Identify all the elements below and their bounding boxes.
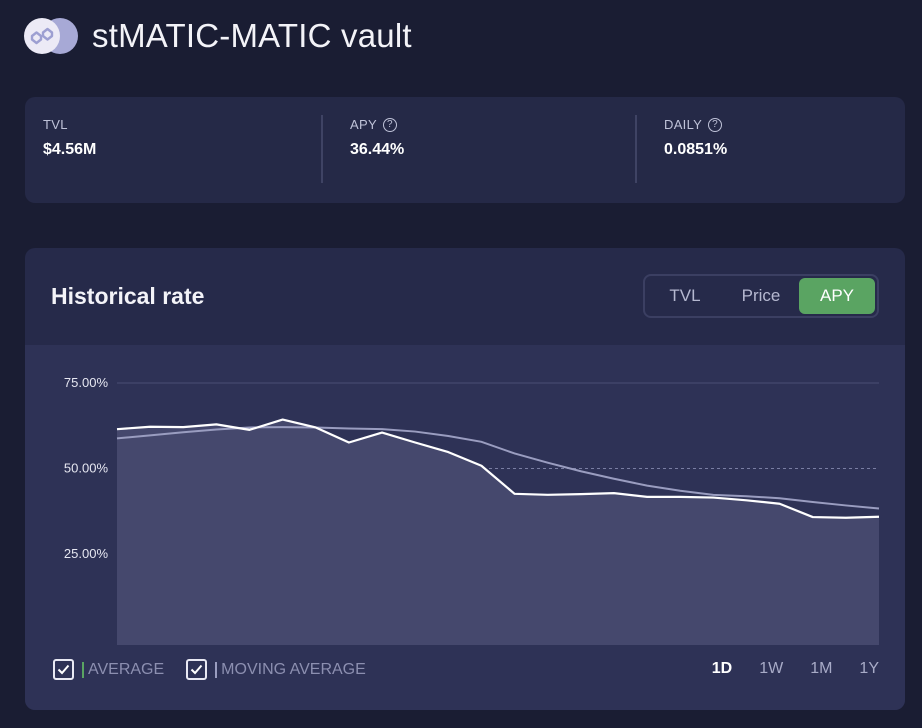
- chart-series: [116, 418, 880, 645]
- y-tick-label: 50.00%: [64, 461, 109, 476]
- stat-tvl-label-text: TVL: [43, 117, 68, 132]
- stat-tvl: TVL $4.56M: [43, 117, 96, 159]
- tab-apy[interactable]: APY: [799, 278, 875, 314]
- chart-area: 75.00% 50.00% 25.00%: [25, 345, 905, 710]
- stat-daily-value: 0.0851%: [664, 141, 728, 158]
- checkbox-moving-average[interactable]: [186, 659, 208, 680]
- historical-rate-title: Historical rate: [51, 283, 205, 309]
- chart-legend: AVERAGE MOVING AVERAGE: [53, 659, 388, 680]
- chart-y-ticks: 75.00% 50.00% 25.00%: [64, 375, 109, 561]
- tab-tvl[interactable]: TVL: [647, 278, 723, 314]
- check-icon: [190, 664, 203, 675]
- stat-daily-label: DAILY ?: [664, 117, 727, 132]
- range-1w[interactable]: 1W: [759, 660, 783, 678]
- tab-price[interactable]: Price: [723, 278, 799, 314]
- range-1m[interactable]: 1M: [810, 660, 832, 678]
- y-tick-label: 25.00%: [64, 546, 109, 561]
- stats-panel: TVL $4.56M APY ? 36.44% DAILY ? 0.0851%: [25, 97, 905, 203]
- question-circle-icon[interactable]: ?: [708, 117, 723, 132]
- stat-apy-label-text: APY: [350, 117, 377, 132]
- legend-average-swatch: [82, 661, 84, 678]
- range-1y[interactable]: 1Y: [859, 660, 879, 678]
- time-range-selector: 1D 1W 1M 1Y: [685, 660, 879, 678]
- stat-apy-value: 36.44%: [350, 141, 405, 158]
- page-title: stMATIC-MATIC vault: [92, 17, 412, 54]
- vault-header: stMATIC-MATIC vault: [24, 14, 412, 58]
- stat-apy-label: APY ?: [350, 117, 404, 132]
- stat-tvl-label: TVL: [43, 117, 96, 132]
- stat-divider: [321, 115, 323, 183]
- legend-moving-average-label: MOVING AVERAGE: [221, 660, 366, 678]
- check-icon: [57, 664, 70, 675]
- legend-average[interactable]: AVERAGE: [53, 659, 164, 680]
- stat-tvl-value: $4.56M: [43, 141, 97, 158]
- stat-daily: DAILY ? 0.0851%: [664, 117, 727, 159]
- metric-tab-group: TVL Price APY: [643, 274, 879, 318]
- apy-area: [117, 419, 879, 645]
- stat-apy: APY ? 36.44%: [350, 117, 404, 159]
- polygon-logo-icon: [24, 18, 60, 54]
- vault-logo: [24, 16, 78, 56]
- legend-moving-average-swatch: [215, 661, 218, 678]
- range-1d[interactable]: 1D: [712, 660, 732, 678]
- question-circle-icon[interactable]: ?: [382, 117, 397, 132]
- historical-rate-card: Historical rate TVL Price APY 75.00% 50.0…: [25, 248, 905, 710]
- stat-divider: [635, 115, 637, 183]
- checkbox-average[interactable]: [53, 659, 74, 680]
- y-tick-label: 75.00%: [64, 375, 109, 390]
- legend-moving-average[interactable]: MOVING AVERAGE: [186, 659, 366, 680]
- legend-average-label: AVERAGE: [88, 660, 165, 678]
- apy-chart: 75.00% 50.00% 25.00%: [64, 375, 880, 645]
- stat-daily-label-text: DAILY: [664, 117, 703, 132]
